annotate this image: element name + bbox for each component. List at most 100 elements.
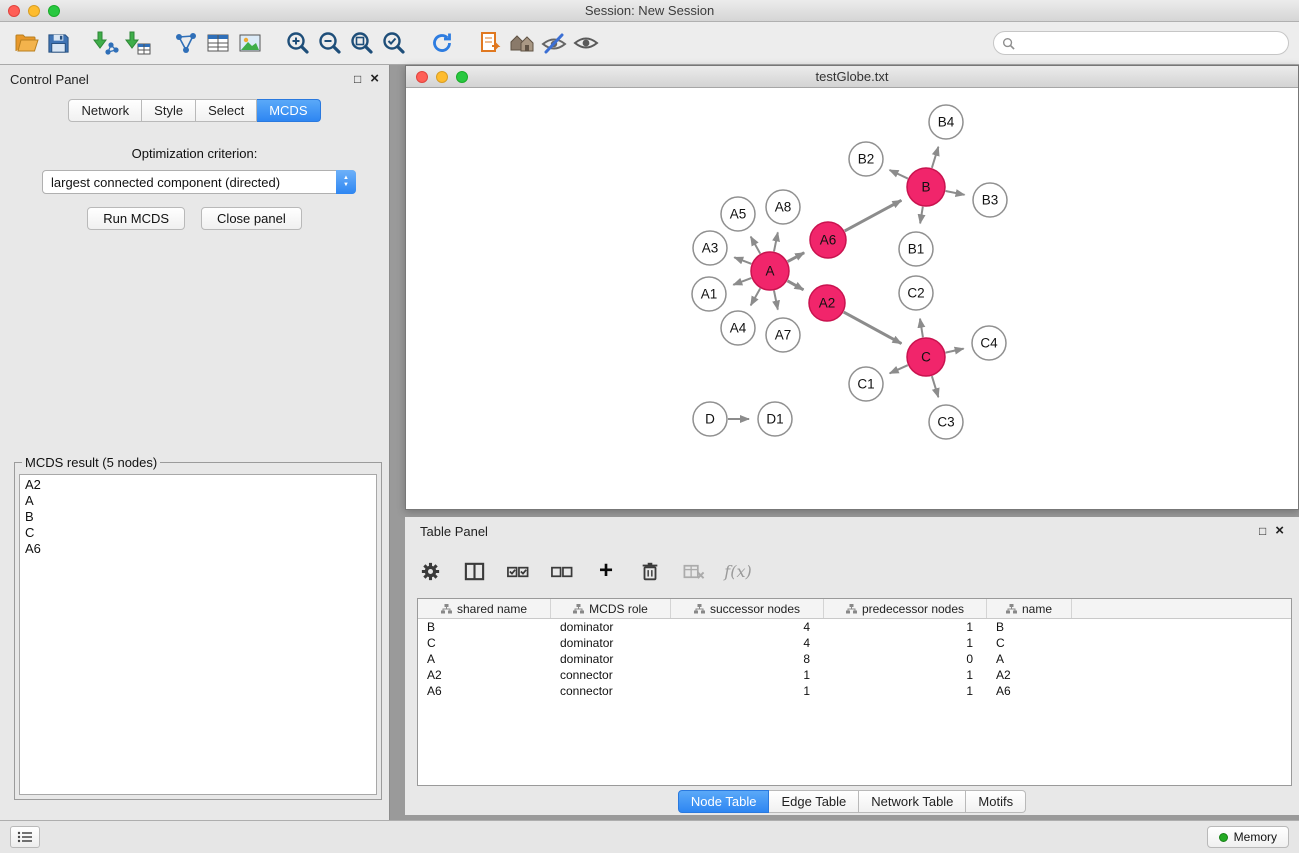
annotation-mode-button[interactable] — [538, 27, 570, 59]
network-canvas[interactable]: B4B2BB3A8A5A6A3B1AA1C2A2A4A7C4CC1DD1C3 — [406, 88, 1298, 509]
edge-B-B2[interactable] — [890, 170, 908, 179]
edge-A-A7[interactable] — [774, 291, 778, 310]
add-column-button[interactable]: + — [593, 558, 619, 584]
node-A5[interactable]: A5 — [721, 197, 755, 231]
zoom-fit-button[interactable] — [346, 27, 378, 59]
node-C[interactable]: C — [907, 338, 945, 376]
table-row[interactable]: A dominator 8 0 A — [418, 651, 1291, 667]
list-item[interactable]: B — [25, 509, 371, 525]
memory-button[interactable]: Memory — [1207, 826, 1289, 848]
optimization-criterion-dropdown[interactable]: largest connected component (directed) ▲… — [42, 170, 356, 194]
zoom-in-button[interactable] — [282, 27, 314, 59]
node-C2[interactable]: C2 — [899, 276, 933, 310]
list-item[interactable]: A2 — [25, 477, 371, 493]
table-row[interactable]: C dominator 4 1 C — [418, 635, 1291, 651]
open-session-button[interactable] — [10, 27, 42, 59]
edge-A-A1[interactable] — [733, 278, 751, 285]
tab-motifs[interactable]: Motifs — [966, 790, 1026, 813]
list-item[interactable]: A6 — [25, 541, 371, 557]
tab-network-table[interactable]: Network Table — [859, 790, 966, 813]
tab-mcds[interactable]: MCDS — [257, 99, 320, 122]
close-app-button[interactable] — [8, 5, 20, 17]
minimize-app-button[interactable] — [28, 5, 40, 17]
export-image-button[interactable] — [234, 27, 266, 59]
node-C3[interactable]: C3 — [929, 405, 963, 439]
edge-A-A8[interactable] — [774, 232, 778, 251]
float-panel-icon[interactable]: □ — [354, 73, 361, 85]
new-network-button[interactable] — [170, 27, 202, 59]
table-settings-button[interactable] — [417, 558, 443, 584]
zoom-app-button[interactable] — [48, 5, 60, 17]
edge-A-A4[interactable] — [751, 288, 760, 305]
delete-table-button[interactable] — [681, 558, 707, 584]
column-header-predecessor-nodes[interactable]: predecessor nodes — [824, 599, 987, 618]
run-mcds-button[interactable]: Run MCDS — [87, 207, 185, 230]
edge-B-B1[interactable] — [920, 207, 923, 224]
edge-A6-B[interactable] — [845, 200, 902, 231]
close-panel-icon[interactable]: × — [370, 73, 379, 85]
column-header-name[interactable]: name — [987, 599, 1072, 618]
node-C4[interactable]: C4 — [972, 326, 1006, 360]
edge-C-C1[interactable] — [890, 365, 908, 373]
delete-column-button[interactable] — [637, 558, 663, 584]
network-graph[interactable]: B4B2BB3A8A5A6A3B1AA1C2A2A4A7C4CC1DD1C3 — [406, 88, 1298, 509]
function-builder-button[interactable]: f(x) — [725, 558, 751, 584]
network-window-titlebar[interactable]: testGlobe.txt — [406, 66, 1298, 88]
node-B2[interactable]: B2 — [849, 142, 883, 176]
zoom-out-button[interactable] — [314, 27, 346, 59]
edge-A-A3[interactable] — [734, 257, 751, 264]
column-header-shared-name[interactable]: shared name — [418, 599, 551, 618]
node-B3[interactable]: B3 — [973, 183, 1007, 217]
task-history-button[interactable] — [10, 826, 40, 848]
node-A4[interactable]: A4 — [721, 311, 755, 345]
import-network-file-button[interactable] — [90, 27, 122, 59]
close-network-window-button[interactable] — [416, 71, 428, 83]
node-A[interactable]: A — [751, 252, 789, 290]
document-button[interactable] — [474, 27, 506, 59]
edge-A-A2[interactable] — [787, 281, 803, 290]
search-field[interactable] — [993, 31, 1289, 55]
column-visibility-button[interactable] — [461, 558, 487, 584]
tab-edge-table[interactable]: Edge Table — [769, 790, 859, 813]
node-B4[interactable]: B4 — [929, 105, 963, 139]
save-session-button[interactable] — [42, 27, 74, 59]
node-C1[interactable]: C1 — [849, 367, 883, 401]
apply-layout-button[interactable] — [426, 27, 458, 59]
table-row[interactable]: B dominator 4 1 B — [418, 619, 1291, 635]
deselect-all-button[interactable] — [549, 558, 575, 584]
node-B1[interactable]: B1 — [899, 232, 933, 266]
table-row[interactable]: A2 connector 1 1 A2 — [418, 667, 1291, 683]
node-B[interactable]: B — [907, 168, 945, 206]
float-table-panel-icon[interactable]: □ — [1259, 525, 1266, 537]
minimize-network-window-button[interactable] — [436, 71, 448, 83]
edge-C-C3[interactable] — [932, 376, 938, 397]
node-A2[interactable]: A2 — [809, 285, 845, 321]
edge-A-A6[interactable] — [788, 253, 805, 262]
column-header-mcds-role[interactable]: MCDS role — [551, 599, 671, 618]
new-table-button[interactable] — [202, 27, 234, 59]
edge-A2-C[interactable] — [844, 312, 902, 343]
table-row[interactable]: A6 connector 1 1 A6 — [418, 683, 1291, 699]
show-details-button[interactable] — [570, 27, 602, 59]
edge-A-A5[interactable] — [751, 237, 760, 254]
close-panel-button[interactable]: Close panel — [201, 207, 302, 230]
tab-style[interactable]: Style — [142, 99, 196, 122]
zoom-selected-button[interactable] — [378, 27, 410, 59]
node-D[interactable]: D — [693, 402, 727, 436]
node-A3[interactable]: A3 — [693, 231, 727, 265]
zoom-network-window-button[interactable] — [456, 71, 468, 83]
node-A6[interactable]: A6 — [810, 222, 846, 258]
node-A1[interactable]: A1 — [692, 277, 726, 311]
list-item[interactable]: C — [25, 525, 371, 541]
node-D1[interactable]: D1 — [758, 402, 792, 436]
list-item[interactable]: A — [25, 493, 371, 509]
tab-network[interactable]: Network — [68, 99, 142, 122]
edge-C-C4[interactable] — [946, 349, 964, 353]
search-input[interactable] — [1020, 36, 1280, 50]
close-table-panel-icon[interactable]: × — [1275, 525, 1284, 537]
mcds-result-list[interactable]: A2 A B C A6 — [19, 474, 377, 795]
edge-B-B3[interactable] — [946, 191, 965, 195]
import-table-file-button[interactable] — [122, 27, 154, 59]
tab-node-table[interactable]: Node Table — [678, 790, 770, 813]
edge-C-C2[interactable] — [920, 319, 923, 338]
